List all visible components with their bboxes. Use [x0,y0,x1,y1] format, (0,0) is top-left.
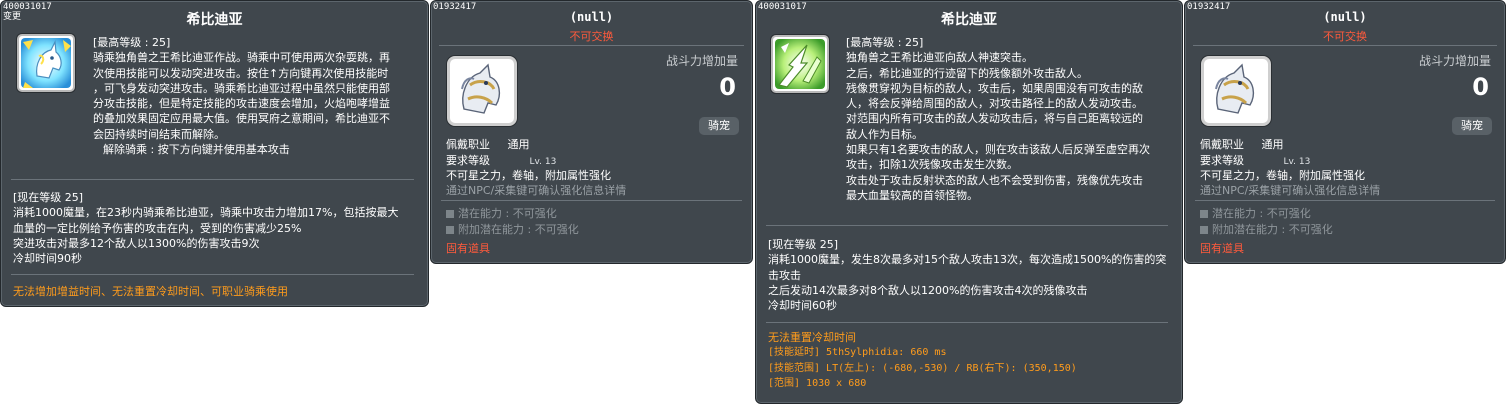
skill-tooltip-1: 400031017 变更 希比迪亚 [最高等级 : 25] 骑乘独角兽之王希比迪… [0,0,429,307]
desc-line: 解除骑乘 : 按下方向键并使用基本攻击 [103,143,290,157]
potential-row: 潜在能力 : 不可强化 [446,205,557,221]
unique-item-label: 固有道具 [1200,242,1244,255]
additional-potential-row: 附加潜在能力 : 不可强化 [446,221,579,237]
additional-potential-text: 附加潜在能力 : 不可强化 [1212,223,1333,236]
desc-line: 如果只有1名要攻击的敌人，则在攻击该敌人后反弹至虚空再次 [846,143,1150,157]
desc-line: 独角兽之王希比迪亚向敌人神速突击。 [846,51,1033,65]
job-row: 佩戴职业 通用 [446,136,530,152]
job-label: 佩戴职业 [446,138,490,151]
npc-info: 通过NPC/采集键可确认强化信息详情 [1200,184,1381,197]
desc-line: 次使用技能可以发动突进攻击。按住↑方向键再次使用技能时 [93,66,389,80]
power-increase-value: 0 [1472,73,1489,101]
potential-row: 潜在能力 : 不可强化 [1200,205,1311,221]
level-line: 消耗1000魔量，在23秒内骑乘希比迪亚，骑乘中攻击力增加17%，包括按最大 [13,206,399,220]
desc-line: [最高等级 : 25] [846,36,924,49]
skill-notes: 无法增加增益时间、无法重置冷却时间、可职业骑乘使用 [13,285,288,298]
trade-status: 不可交换 [569,30,614,43]
desc-line: 的叠加效果固定应用最大值。使用冥府之意期间，希比迪亚不 [93,112,390,126]
extra-line: 无法重置冷却时间 [768,331,856,344]
item-title: (null) [1323,10,1367,24]
desc-line: 攻击处于攻击反射状态的敌人也不会受到伤害，残像优先攻击 [846,173,1143,187]
additional-potential-icon [1200,226,1208,234]
desc-line: 骑乘独角兽之王希比迪亚作战。骑乘中可使用两次杂耍跳，再 [93,51,390,65]
level-line: [现在等级 25] [13,191,84,204]
desc-line: 会因持续时间结束而解除。 [93,127,225,141]
upgrade-info: 不可星之力，卷轴，附加属性强化 [446,169,611,182]
extra-line: [技能延时] 5thSylphidia: 660 ms [768,347,947,359]
mount-badge: 骑宠 [1452,117,1492,135]
potential-icon [1200,210,1208,218]
potential-icon [446,210,454,218]
level-line: 冷却时间90秒 [13,252,82,266]
desc-line: 攻击，扣除1次残像攻击发生次数。 [846,158,1018,172]
desc-line: 分攻击技能，但是特定技能的攻击速度会增加，火焰咆哮增益 [93,97,390,111]
trade-status: 不可交换 [1323,30,1367,43]
unicorn-saddle-icon [1201,56,1271,126]
skill-extra-info: 无法重置冷却时间 [技能延时] 5thSylphidia: 660 ms [技能… [768,330,1077,391]
skill-title: 希比迪亚 [186,12,243,28]
skill-level-info: [现在等级 25] 消耗1000魔量，发生8次最多对15个敌人攻击13次，每次造… [768,237,1166,313]
job-value: 通用 [507,138,530,151]
divider [11,179,414,180]
req-level-label: 要求等级 [446,154,490,167]
level-line: 冷却时间60秒 [768,299,837,313]
job-value: 通用 [1261,138,1284,151]
unicorn-green-icon [771,35,829,93]
skill-level-info: [现在等级 25] 消耗1000魔量，在23秒内骑乘希比迪亚，骑乘中攻击力增加1… [13,190,398,266]
level-line: [现在等级 25] [768,238,839,251]
divider [441,200,742,201]
level-line: 之后发动14次最多对8个敌人以1200%的伤害攻击4次的残像攻击 [768,283,1088,297]
upgrade-info: 不可星之力，卷轴，附加属性强化 [1200,169,1365,182]
req-level-label: 要求等级 [1200,154,1244,167]
divider [1195,200,1495,201]
job-label: 佩戴职业 [1200,138,1244,151]
extra-line: [技能范围] LT(左上): (-680,-530) / RB(右下): (35… [768,362,1077,374]
extra-line: [范围] 1030 x 680 [768,377,867,389]
skill-tooltip-2: 400031017 希比迪亚 [最高等级 : 25] 独角兽之王希比迪亚向敌人神… [755,0,1183,404]
divider [766,225,1168,226]
additional-potential-row: 附加潜在能力 : 不可强化 [1200,221,1333,237]
item-title: (null) [569,10,614,24]
divider [439,45,744,46]
unicorn-blue-icon [17,34,75,92]
level-line: 消耗1000魔量，发生8次最多对15个敌人攻击13次，每次造成1500%的伤害的… [768,253,1167,267]
desc-line: 最大血量较高的首领怪物。 [846,188,978,202]
unique-item-label: 固有道具 [446,242,490,255]
additional-potential-icon [446,226,454,234]
job-row: 佩戴职业 通用 [1200,136,1284,152]
skill-title: 希比迪亚 [941,12,997,28]
desc-line: [最高等级 : 25] [93,36,171,49]
req-level-row: 要求等级 Lv. 13 [1200,152,1310,168]
divider [11,274,414,275]
desc-line: 对范围内所有可攻击的敌人发动攻击后，将与自己距离较远的 [846,112,1143,126]
power-increase-label: 战斗力增加量 [1418,54,1491,68]
potential-text: 潜在能力 : 不可强化 [458,207,557,220]
power-increase-label: 战斗力增加量 [665,54,738,68]
divider [1193,45,1497,46]
unicorn-saddle-icon [447,56,517,126]
desc-line: 人，将会反弹给周围的敌人，对攻击路径上的敌人发动攻击。 [846,97,1143,111]
desc-line: ，可飞身发动突进攻击。骑乘希比迪亚过程中虽然只能使用部 [93,81,390,95]
req-level-value: Lv. 13 [1283,157,1311,167]
level-line: 突进攻击对最多12个敌人以1300%的伤害攻击9次 [13,236,260,250]
skill-description: [最高等级 : 25] 独角兽之王希比迪亚向敌人神速突击。 之后，希比迪亚的行迹… [846,35,1150,203]
item-tooltip-2: 01932417 (null) 不可交换 战斗力增加量 0 骑宠 佩戴职业 通用… [1184,0,1506,264]
req-level-value: Lv. 13 [529,157,557,167]
power-increase-value: 0 [719,73,736,101]
additional-potential-text: 附加潜在能力 : 不可强化 [458,223,579,236]
level-line: 击攻击 [768,268,801,282]
req-level-row: 要求等级 Lv. 13 [446,152,556,168]
item-tooltip-1: 01932417 (null) 不可交换 战斗力增加量 0 骑宠 佩戴职业 通用… [430,0,753,264]
mount-badge: 骑宠 [699,117,739,135]
desc-line: 残像贯穿视为目标的敌人，攻击后，如果周围没有可攻击的敌 [846,81,1143,95]
npc-info: 通过NPC/采集键可确认强化信息详情 [446,184,627,197]
desc-line: 敌人作为目标。 [846,127,923,141]
skill-description: [最高等级 : 25] 骑乘独角兽之王希比迪亚作战。骑乘中可使用两次杂耍跳，再 … [93,35,390,157]
divider [766,322,1168,323]
desc-line: 之后，希比迪亚的行迹留下的残像额外攻击敌人。 [846,66,1088,80]
potential-text: 潜在能力 : 不可强化 [1212,207,1311,220]
level-line: 血量的一定比例给予伤害的攻击在内，受到的伤害减少25% [13,221,302,235]
